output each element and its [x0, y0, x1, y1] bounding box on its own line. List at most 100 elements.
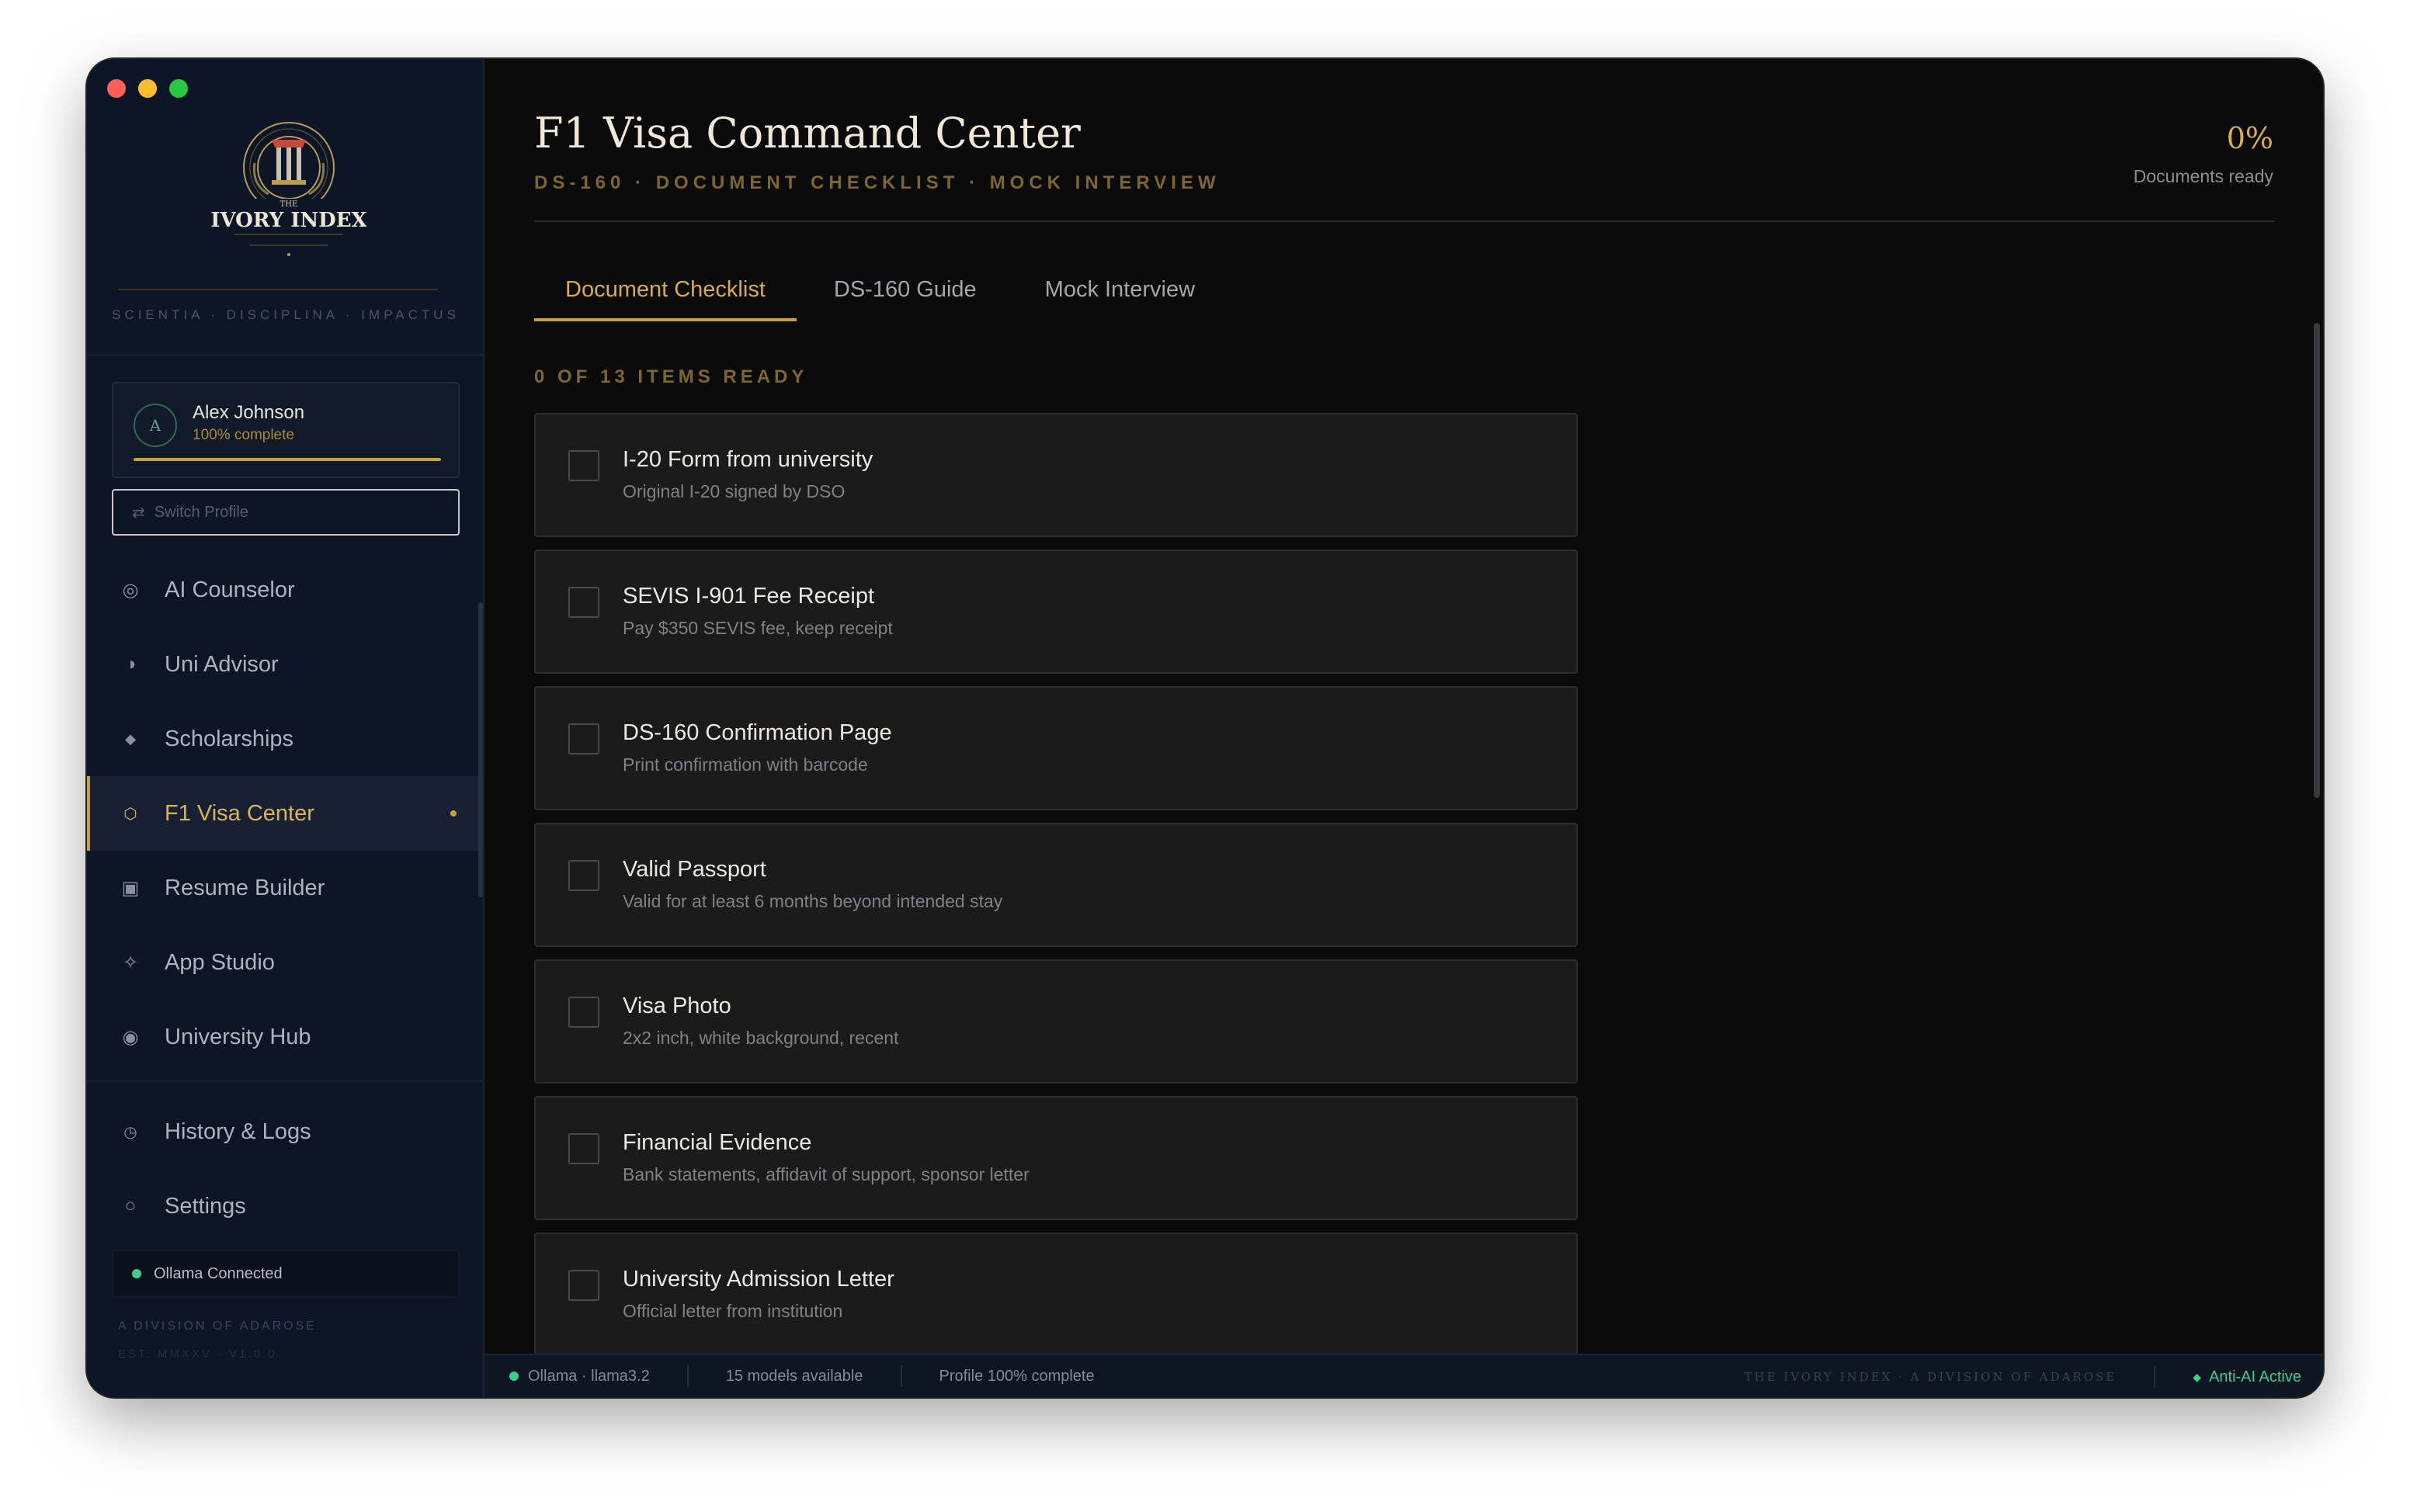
- checklist-item-description: Valid for at least 6 months beyond inten…: [623, 891, 1003, 911]
- page-title: F1 Visa Command Center: [534, 109, 1081, 158]
- ollama-status: Ollama Connected: [112, 1250, 460, 1298]
- division-text: A DIVISION OF ADAROSE: [118, 1320, 317, 1333]
- checklist-item-title: Visa Photo: [623, 994, 731, 1018]
- checklist-item[interactable]: Financial Evidence Bank statements, affi…: [534, 1096, 1578, 1220]
- tab-mock-interview[interactable]: Mock Interview: [1014, 258, 1226, 321]
- anti-ai-label: Anti-AI Active: [2209, 1368, 2301, 1385]
- sidebar-item-app-studio[interactable]: ✧ App Studio: [87, 925, 484, 1000]
- checklist-item[interactable]: I-20 Form from university Original I-20 …: [534, 413, 1578, 537]
- checkbox[interactable]: [568, 1133, 599, 1164]
- app-window: THE IVORY INDEX SCIENTIA · DISCIPLINA · …: [87, 59, 2323, 1397]
- checklist-item[interactable]: Visa Photo 2x2 inch, white background, r…: [534, 959, 1578, 1084]
- brand-motto: SCIENTIA · DISCIPLINA · IMPACTUS: [112, 307, 460, 322]
- checklist-item-description: Pay $350 SEVIS fee, keep receipt: [623, 618, 893, 638]
- checklist-item-description: Print confirmation with barcode: [623, 754, 868, 775]
- models-available: 15 models available: [725, 1367, 863, 1385]
- svg-text:THE: THE: [280, 200, 298, 209]
- checklist-item-title: SEVIS I-901 Fee Receipt: [623, 584, 874, 609]
- status-brand-text: THE IVORY INDEX · A DIVISION OF ADAROSE: [1744, 1370, 2117, 1384]
- profile-status: Profile 100% complete: [939, 1367, 1095, 1385]
- clock-icon: ◷: [123, 1123, 137, 1141]
- profile-progress-text: 100% complete: [193, 427, 294, 443]
- status-bar-right: THE IVORY INDEX · A DIVISION OF ADAROSE …: [1744, 1355, 2323, 1397]
- checklist-item[interactable]: SEVIS I-901 Fee Receipt Pay $350 SEVIS f…: [534, 550, 1578, 674]
- checkbox[interactable]: [568, 860, 599, 891]
- window-controls: [107, 79, 188, 98]
- sidebar-item-label: Resume Builder: [165, 875, 325, 900]
- model-status: Ollama · llama3.2: [484, 1365, 687, 1387]
- close-window-button[interactable]: [107, 79, 126, 98]
- zoom-window-button[interactable]: [169, 79, 188, 98]
- checklist-item-title: DS-160 Confirmation Page: [623, 720, 892, 745]
- sidebar-item-label: University Hub: [165, 1024, 311, 1049]
- minimize-window-button[interactable]: [138, 79, 157, 98]
- checklist-item[interactable]: University Admission Letter Official let…: [534, 1233, 1578, 1357]
- sidebar-item-uni-advisor[interactable]: ◑ Uni Advisor: [87, 627, 484, 702]
- checklist-item[interactable]: DS-160 Confirmation Page Print confirmat…: [534, 686, 1578, 810]
- checkbox[interactable]: [568, 723, 599, 754]
- checklist-item-title: I-20 Form from university: [623, 447, 873, 472]
- sidebar-item-label: App Studio: [165, 949, 275, 975]
- svg-text:IVORY INDEX: IVORY INDEX: [211, 209, 366, 232]
- sidebar-item-label: AI Counselor: [165, 577, 295, 602]
- sidebar-item-label: Settings: [165, 1193, 246, 1219]
- document-checklist: I-20 Form from university Original I-20 …: [534, 413, 1578, 1369]
- diamond-icon: ◆: [125, 730, 136, 747]
- switch-profile-button[interactable]: ⇄ Switch Profile: [112, 489, 460, 536]
- sidebar-item-history-logs[interactable]: ◷ History & Logs: [87, 1094, 484, 1169]
- sidebar-item-resume-builder[interactable]: ▣ Resume Builder: [87, 851, 484, 925]
- checkbox[interactable]: [568, 997, 599, 1028]
- sidebar-scrollbar[interactable]: [478, 602, 483, 897]
- main-scrollbar[interactable]: [2314, 323, 2320, 798]
- model-status-label: Ollama · llama3.2: [528, 1367, 650, 1385]
- sidebar-nav: ◎ AI Counselor ◑ Uni Advisor ◆ Scholarsh…: [87, 553, 484, 1243]
- status-dot-icon: [132, 1269, 141, 1278]
- items-ready-count: 0 OF 13 ITEMS READY: [534, 366, 808, 387]
- page-subtitle: DS-160 · DOCUMENT CHECKLIST · MOCK INTER…: [534, 172, 1221, 193]
- nav-divider: [87, 1080, 484, 1082]
- status-dot-icon: [509, 1372, 519, 1381]
- diamond-icon: ◆: [2193, 1370, 2202, 1383]
- checklist-item-description: 2x2 inch, white background, recent: [623, 1028, 899, 1048]
- active-indicator-dot: [450, 810, 457, 817]
- sidebar-item-label: F1 Visa Center: [165, 800, 314, 826]
- sidebar-divider: [87, 354, 484, 355]
- checkbox[interactable]: [568, 587, 599, 618]
- checkbox[interactable]: [568, 1270, 599, 1301]
- profile-progress-bar: [134, 458, 441, 461]
- profile-name: Alex Johnson: [193, 402, 305, 423]
- sidebar-item-university-hub[interactable]: ◉ University Hub: [87, 1000, 484, 1074]
- switch-profile-label: Switch Profile: [154, 503, 248, 521]
- ivory-index-logo: THE IVORY INDEX: [211, 122, 366, 256]
- tab-ds160-guide[interactable]: DS-160 Guide: [803, 258, 1008, 321]
- documents-ready-percent: 0%: [2226, 121, 2273, 155]
- checklist-item[interactable]: Valid Passport Valid for at least 6 mont…: [534, 823, 1578, 947]
- sidebar-item-label: Uni Advisor: [165, 651, 279, 677]
- main-content: F1 Visa Command Center DS-160 · DOCUMENT…: [484, 59, 2323, 1397]
- sidebar-item-f1-visa-center[interactable]: ⬡ F1 Visa Center: [87, 776, 484, 851]
- anti-ai-status: ◆ Anti-AI Active: [2155, 1368, 2323, 1386]
- sparkle-icon: ✧: [122, 952, 139, 973]
- checklist-item-title: University Admission Letter: [623, 1267, 894, 1292]
- sidebar-item-ai-counselor[interactable]: ◎ AI Counselor: [87, 553, 484, 627]
- target-icon: ◉: [122, 1026, 139, 1048]
- profile-card[interactable]: A Alex Johnson 100% complete: [112, 382, 460, 478]
- logo-divider: [118, 289, 438, 290]
- sidebar-item-label: Scholarships: [165, 726, 294, 751]
- status-bar: Ollama · llama3.2 15 models available Pr…: [484, 1354, 2323, 1397]
- ring-icon: ◎: [122, 579, 139, 601]
- tab-document-checklist[interactable]: Document Checklist: [534, 258, 797, 321]
- checklist-item-description: Bank statements, affidavit of support, s…: [623, 1164, 1030, 1184]
- checkbox[interactable]: [568, 450, 599, 481]
- header-divider: [534, 220, 2275, 222]
- documents-ready-label: Documents ready: [2133, 166, 2273, 186]
- sidebar-item-label: History & Logs: [165, 1118, 311, 1144]
- sidebar-item-settings[interactable]: ○ Settings: [87, 1169, 484, 1243]
- hexagon-icon: ⬡: [123, 805, 137, 823]
- avatar: A: [134, 404, 177, 447]
- square-icon: ▣: [121, 877, 140, 899]
- profile-progress-fill: [134, 458, 441, 461]
- sidebar-item-scholarships[interactable]: ◆ Scholarships: [87, 702, 484, 776]
- checklist-item-title: Financial Evidence: [623, 1130, 812, 1155]
- checklist-item-description: Official letter from institution: [623, 1301, 843, 1321]
